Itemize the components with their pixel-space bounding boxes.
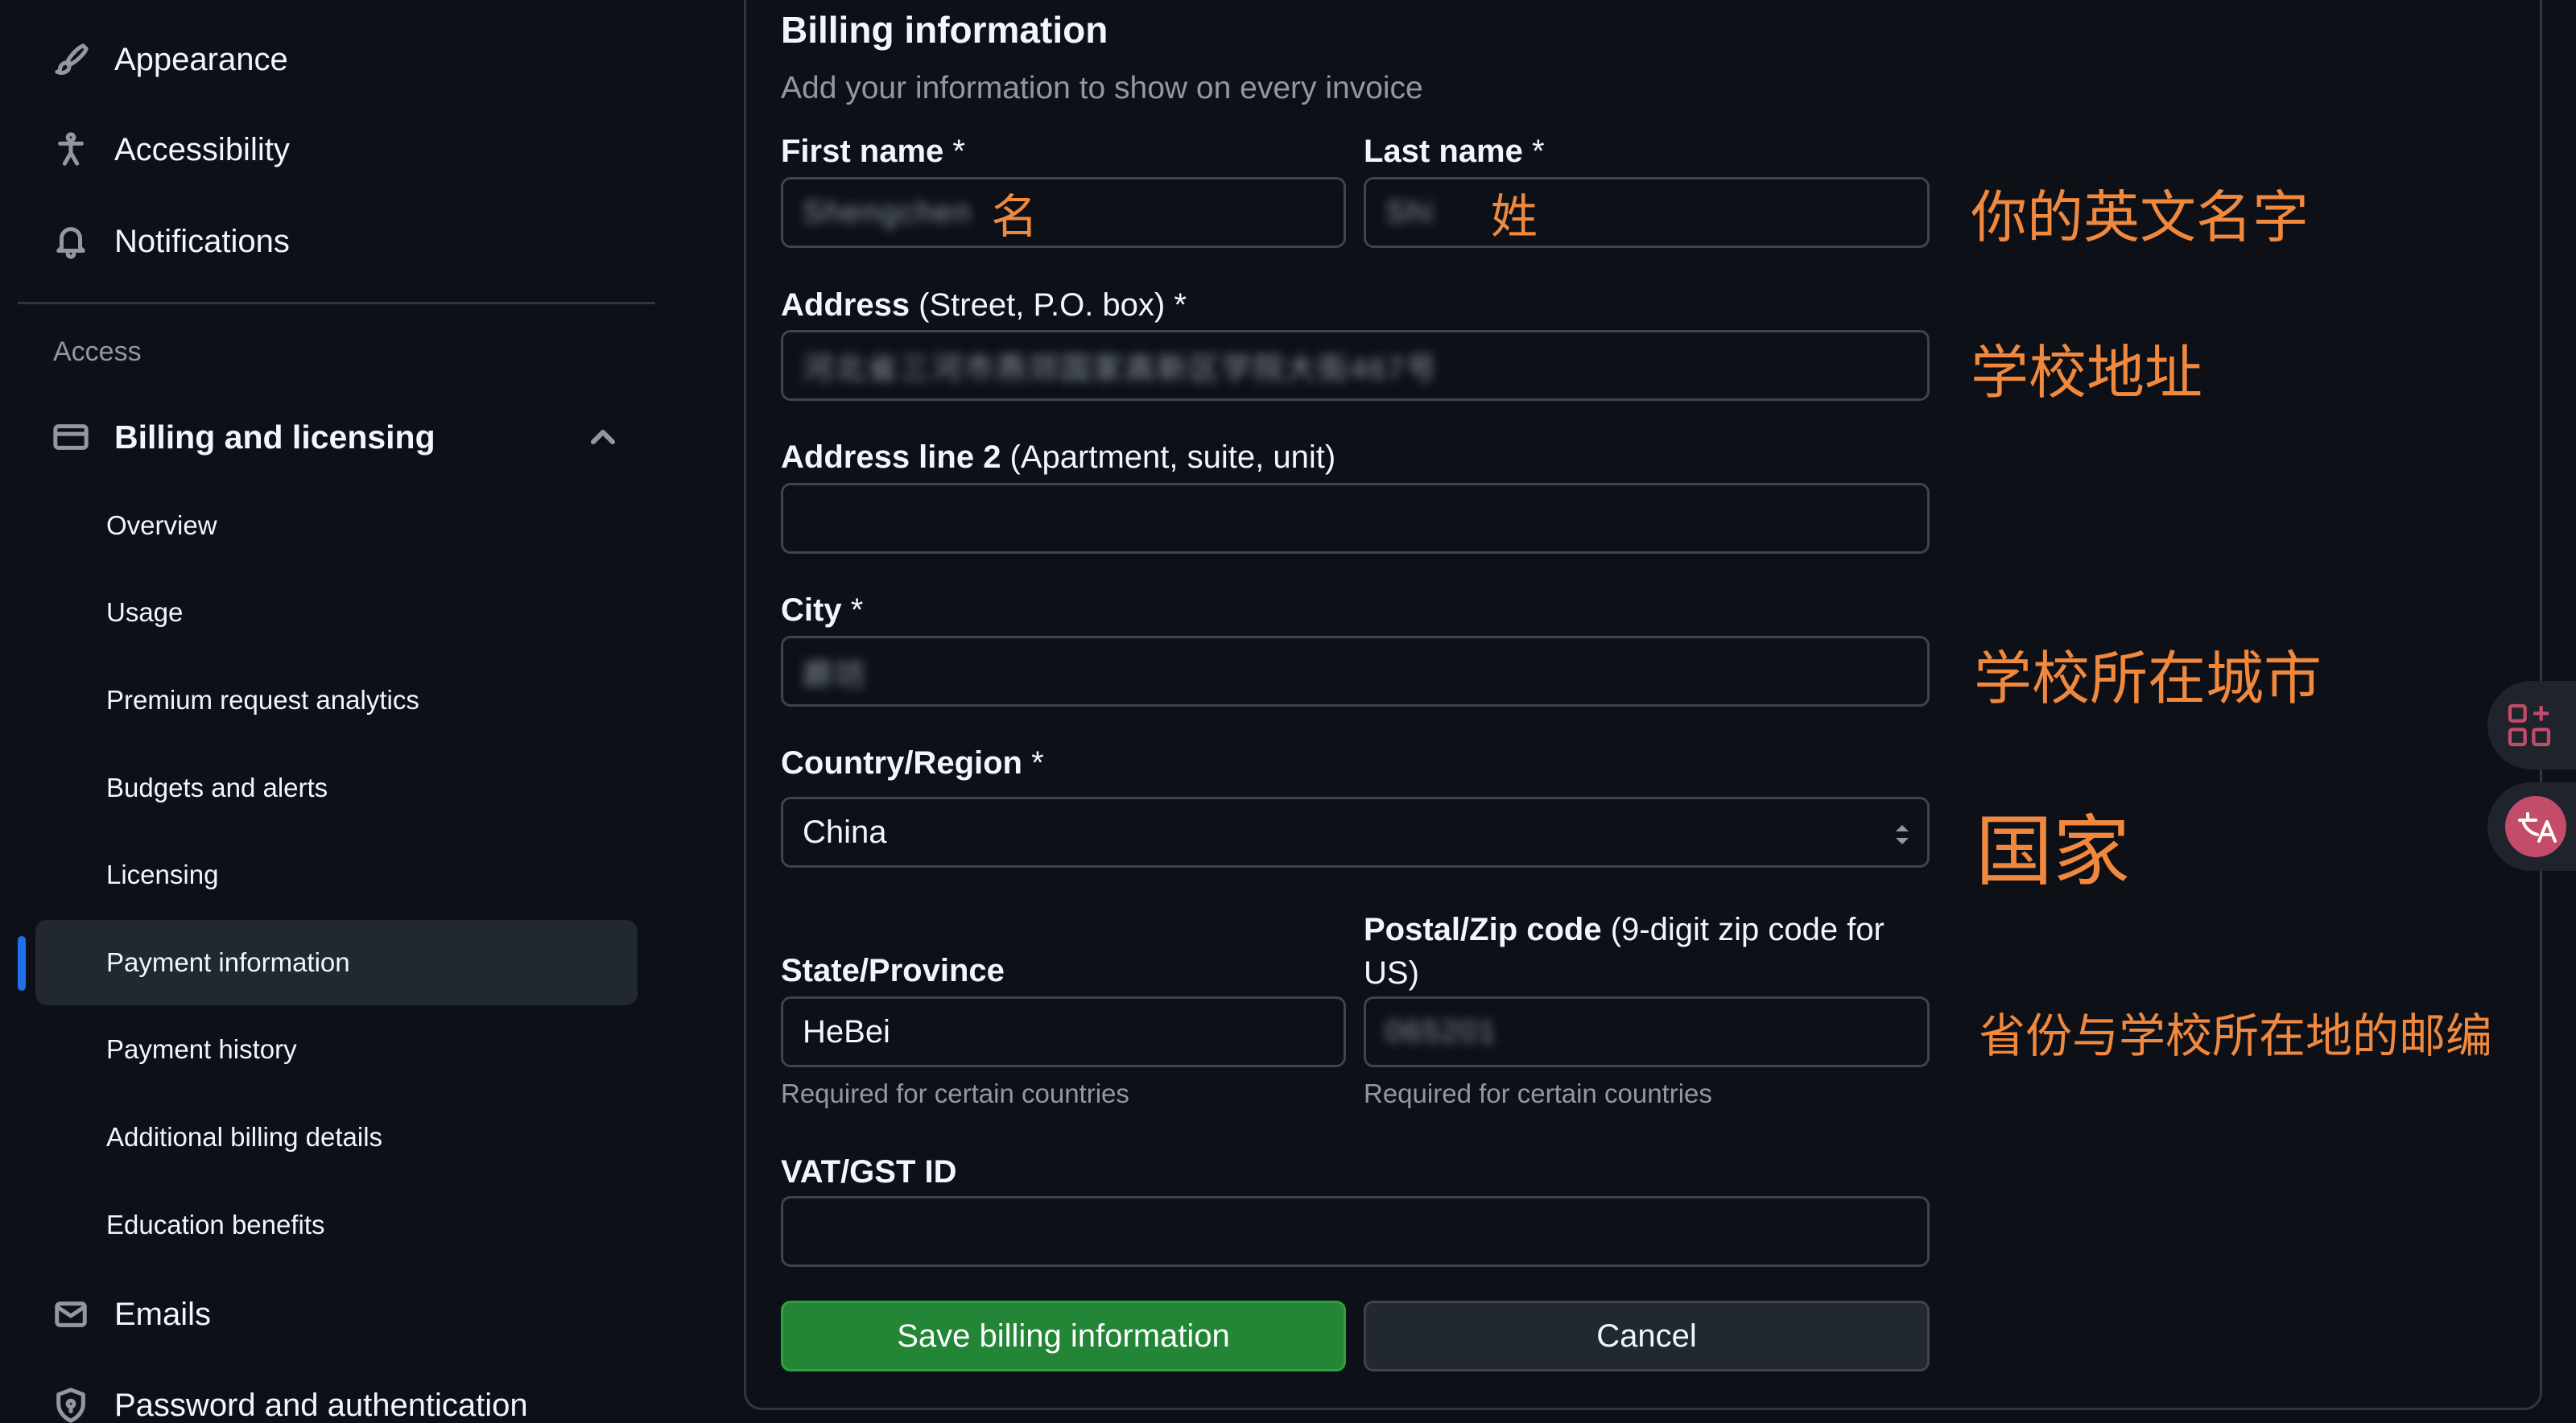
apps-sparkle-icon (2508, 703, 2551, 747)
page-subtitle: Add your information to show on every in… (781, 71, 1423, 105)
annotation-name: 你的英文名字 (1971, 184, 2309, 250)
save-billing-button[interactable]: Save billing information (781, 1301, 1346, 1371)
active-item-indicator (18, 936, 26, 991)
postal-helper-text: Required for certain countries (1364, 1079, 1712, 1108)
city-label: City * (781, 592, 864, 628)
sidebar-item-usage[interactable]: Usage (35, 570, 638, 655)
sidebar-item-accessibility[interactable]: Accessibility (18, 105, 646, 195)
page-title: Billing information (781, 9, 1108, 51)
last-name-label: Last name * (1364, 134, 1545, 169)
sidebar-item-premium-request-analytics[interactable]: Premium request analytics (35, 658, 638, 743)
sidebar-item-password-and-authentication[interactable]: Password and authentication (18, 1360, 646, 1423)
vat-label: VAT/GST ID (781, 1154, 957, 1190)
apps-widget-button[interactable] (2487, 681, 2576, 769)
postal-label: Postal/Zip code (9-digit zip code for US) (1364, 912, 1885, 991)
sidebar-item-overview[interactable]: Overview (35, 483, 638, 568)
country-select[interactable]: China (781, 797, 1930, 868)
cancel-button[interactable]: Cancel (1364, 1301, 1930, 1371)
address-line2-label: Address line 2 (Apartment, suite, unit) (781, 439, 1336, 475)
translate-widget-button[interactable] (2487, 782, 2576, 871)
mail-icon (52, 1295, 90, 1334)
translate-icon (2505, 796, 2566, 857)
sidebar-item-budgets-and-alerts[interactable]: Budgets and alerts (35, 745, 638, 831)
sidebar-item-licensing[interactable]: Licensing (35, 832, 638, 918)
first-name-label: First name * (781, 134, 965, 169)
city-input[interactable]: 廊坊 (781, 636, 1930, 707)
country-label: Country/Region * (781, 745, 1044, 781)
state-helper-text: Required for certain countries (781, 1079, 1129, 1108)
postal-code-input[interactable]: 065201 (1364, 996, 1930, 1067)
last-name-note: 姓 (1490, 189, 1538, 244)
sidebar-group-label: Access (53, 336, 142, 367)
shield-lock-icon (52, 1386, 90, 1423)
sidebar-item-education-benefits[interactable]: Education benefits (35, 1182, 638, 1268)
credit-card-icon (52, 418, 90, 456)
sidebar-item-emails[interactable]: Emails (18, 1269, 646, 1359)
annotation-country: 国家 (1975, 806, 2130, 897)
sidebar-item-payment-information[interactable]: Payment information (35, 920, 638, 1005)
last-name-input[interactable]: Shi 姓 (1364, 177, 1930, 248)
vat-input[interactable] (781, 1196, 1930, 1267)
sidebar-item-notifications[interactable]: Notifications (18, 196, 646, 287)
annotation-address: 学校地址 (1971, 339, 2203, 406)
state-label: State/Province (781, 953, 1005, 988)
sidebar-item-billing[interactable]: Billing and licensing (18, 392, 646, 482)
address-label: Address (Street, P.O. box) * (781, 287, 1187, 323)
select-arrows-icon (1896, 825, 1909, 844)
sidebar-item-appearance[interactable]: Appearance (18, 14, 646, 105)
paintbrush-icon (52, 40, 90, 79)
sidebar-item-additional-billing-details[interactable]: Additional billing details (35, 1095, 638, 1180)
sidebar-item-payment-history[interactable]: Payment history (35, 1007, 638, 1092)
accessibility-icon (52, 130, 90, 169)
sidebar-divider (18, 302, 655, 304)
state-input[interactable]: HeBei (781, 996, 1346, 1067)
first-name-input[interactable]: Shengchen 名 (781, 177, 1346, 248)
chevron-up-icon[interactable] (584, 418, 622, 456)
annotation-city: 学校所在城市 (1974, 645, 2322, 712)
address-input[interactable]: 河北省三河市燕郊国家高新区学院大街467号 (781, 330, 1930, 401)
first-name-note: 名 (991, 189, 1038, 244)
annotation-state-postal: 省份与学校所在地的邮编 (1979, 1008, 2493, 1063)
bell-icon (52, 222, 90, 261)
address-line2-input[interactable] (781, 483, 1930, 554)
